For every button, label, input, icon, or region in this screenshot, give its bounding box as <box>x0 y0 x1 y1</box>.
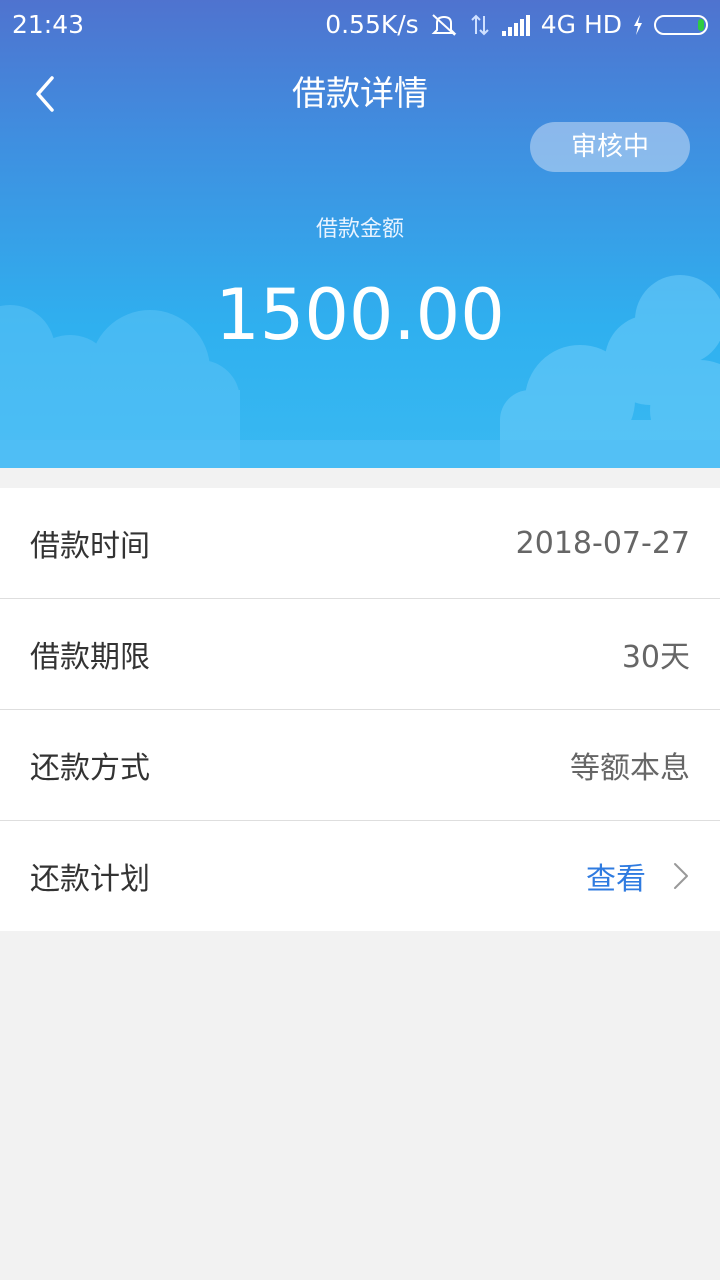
detail-label: 还款方式 <box>30 751 150 786</box>
header-banner: 21:43 0.55K/s 4G HD 借款详情 审核中 借款金额 1500.0… <box>0 0 720 468</box>
status-time: 21:43 <box>12 10 85 39</box>
detail-value: 2018-07-27 <box>515 525 690 561</box>
detail-value: 等额本息 <box>570 751 690 786</box>
view-plan-link[interactable]: 查看 <box>586 854 690 898</box>
amount-value: 1500.00 <box>215 274 505 356</box>
net-speed: 0.55K/s <box>325 10 419 39</box>
status-indicators: 0.55K/s 4G HD <box>325 8 708 42</box>
amount-label: 借款金额 <box>315 217 404 242</box>
detail-row-repayment-plan[interactable]: 还款计划 查看 <box>0 821 720 931</box>
loan-details-list: 借款时间 2018-07-27 借款期限 30天 还款方式 等额本息 还款计划 … <box>0 488 720 931</box>
data-arrows-icon <box>471 14 489 36</box>
chevron-right-icon <box>674 863 688 889</box>
network-type: 4G HD <box>540 10 622 39</box>
battery-icon <box>654 15 708 35</box>
detail-row-loan-time: 借款时间 2018-07-27 <box>0 488 720 599</box>
view-plan-text[interactable]: 查看 <box>586 854 646 898</box>
signal-icon <box>501 15 530 36</box>
status-badge: 审核中 <box>530 122 690 172</box>
charging-icon <box>634 15 642 35</box>
page-title: 借款详情 <box>292 74 428 114</box>
mute-icon <box>431 14 457 36</box>
status-bar: 21:43 0.55K/s 4G HD <box>0 0 720 50</box>
detail-row-loan-term: 借款期限 30天 <box>0 599 720 710</box>
detail-label: 借款时间 <box>30 529 150 564</box>
detail-label: 还款计划 <box>30 862 150 897</box>
detail-row-repayment-method: 还款方式 等额本息 <box>0 710 720 821</box>
detail-value: 30天 <box>621 640 690 675</box>
detail-label: 借款期限 <box>30 640 150 675</box>
